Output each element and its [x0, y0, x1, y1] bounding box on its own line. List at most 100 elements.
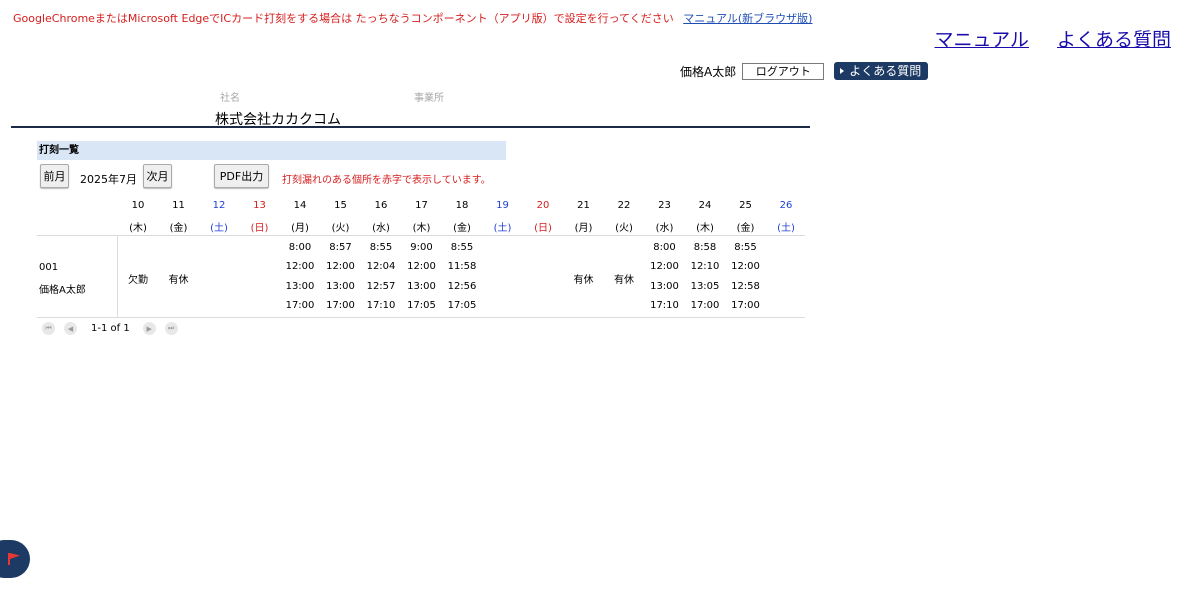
day-number: 19 [496, 200, 509, 211]
employee-id: 001 [39, 262, 59, 273]
day-number: 26 [779, 200, 793, 211]
day-number: 18 [455, 200, 469, 211]
day-weekday: (金) [736, 223, 755, 234]
day-weekday: (水) [655, 223, 674, 234]
next-month-button[interactable]: 次月 [143, 164, 172, 188]
day-number: 14 [293, 200, 307, 211]
day-weekday: (金) [453, 223, 471, 234]
day-number: 22 [617, 200, 631, 211]
header-row-divider [37, 235, 805, 236]
notice-text: GoogleChromeまたはMicrosoft EdgeでICカード打刻をする… [13, 12, 674, 25]
day-weekday: (土) [777, 223, 795, 234]
pager-range: 1-1 of 1 [91, 323, 130, 334]
punch-time: 12:58 [731, 280, 760, 292]
punch-time: 8:55 [369, 242, 393, 253]
punch-time: 12:56 [447, 280, 477, 292]
manual-new-browser-link[interactable]: マニュアル(新ブラウザ版) [683, 12, 812, 25]
day-weekday: (木) [129, 223, 147, 234]
punch-time: 17:00 [285, 299, 315, 311]
user-bar: 価格A太郎 ログアウト よくある質問 [680, 62, 929, 80]
attendance-status: 欠勤 [128, 275, 148, 286]
user-name: 価格A太郎 [680, 64, 737, 79]
office-label: 事業所 [414, 93, 444, 104]
first-page-icon[interactable]: ⏮ [42, 322, 55, 335]
prev-page-icon[interactable]: ◀ [64, 322, 77, 335]
day-number: 13 [253, 200, 266, 211]
punch-time: 12:10 [690, 261, 720, 273]
day-weekday: (土) [493, 223, 512, 234]
punch-time: 8:57 [329, 242, 352, 253]
punch-time: 11:58 [447, 261, 477, 273]
day-weekday: (水) [372, 223, 390, 234]
punch-time: 8:00 [653, 242, 676, 253]
faq-button-label: よくある質問 [849, 64, 922, 78]
caret-right-icon [840, 68, 845, 74]
logout-button[interactable]: ログアウト [742, 62, 825, 80]
punch-time: 12:57 [366, 280, 396, 292]
punch-time: 8:55 [450, 242, 474, 253]
day-number: 24 [698, 200, 712, 211]
day-weekday: (日) [250, 223, 269, 234]
punch-time: 17:10 [366, 299, 396, 311]
day-weekday: (月) [574, 223, 593, 234]
punch-time: 13:00 [285, 280, 315, 292]
section-title: 打刻一覧 [37, 141, 506, 160]
flag-icon [8, 553, 20, 565]
punch-time: 12:04 [366, 261, 396, 273]
day-number: 21 [577, 200, 590, 211]
faq-button[interactable]: よくある質問 [834, 62, 929, 80]
punch-time: 12:00 [407, 261, 436, 273]
day-weekday: (月) [291, 223, 309, 234]
day-number: 10 [131, 200, 145, 211]
punch-time: 13:00 [407, 280, 436, 292]
day-weekday: (日) [534, 223, 552, 234]
day-weekday: (木) [696, 223, 714, 234]
attendance-status: 有休 [168, 275, 189, 286]
day-weekday: (土) [210, 223, 228, 234]
punch-time: 17:05 [407, 299, 436, 311]
punch-time: 17:00 [731, 299, 760, 311]
punch-time: 17:05 [447, 299, 477, 311]
day-weekday: (火) [331, 223, 350, 234]
missing-punch-notice: 打刻漏れのある個所を赤字で表示しています。 [282, 175, 491, 186]
punch-time: 12:00 [326, 261, 355, 273]
attendance-status: 有休 [614, 275, 634, 286]
punch-time: 13:00 [650, 280, 679, 292]
day-weekday: (木) [412, 223, 431, 234]
day-number: 17 [415, 200, 428, 211]
punch-time: 17:00 [326, 299, 355, 311]
company-label: 社名 [220, 93, 240, 104]
punch-time: 13:00 [326, 280, 355, 292]
punch-time: 8:58 [693, 242, 717, 253]
day-number: 23 [658, 200, 671, 211]
punch-time: 13:05 [690, 280, 720, 292]
table-bottom-divider [37, 317, 805, 318]
punch-time: 12:00 [285, 261, 315, 273]
day-number: 11 [172, 200, 185, 211]
day-number: 15 [334, 200, 347, 211]
day-number: 12 [212, 200, 226, 211]
day-number: 20 [536, 200, 550, 211]
punch-time: 9:00 [410, 242, 433, 253]
employee-name: 価格A太郎 [39, 285, 86, 296]
punch-time: 8:55 [734, 242, 757, 253]
punch-time: 12:00 [731, 261, 760, 273]
day-weekday: (金) [169, 223, 188, 234]
punch-time: 17:10 [650, 299, 679, 311]
top-links: マニュアル よくある質問 [913, 25, 1172, 52]
day-number: 16 [374, 200, 388, 211]
punch-time: 12:00 [650, 261, 679, 273]
prev-month-button[interactable]: 前月 [40, 164, 69, 188]
day-number: 25 [739, 200, 752, 211]
last-page-icon[interactable]: ⏭ [164, 322, 178, 335]
pager: ⏮ ◀ 1-1 of 1 ▶ ⏭ [42, 322, 187, 335]
punch-time: 17:00 [690, 299, 720, 311]
flag-button[interactable] [0, 540, 30, 578]
faq-link[interactable]: よくある質問 [1057, 29, 1171, 51]
punch-time: 8:00 [288, 242, 312, 253]
pdf-export-button[interactable]: PDF出力 [214, 164, 269, 188]
manual-link[interactable]: マニュアル [935, 29, 1029, 51]
header-divider [11, 126, 810, 128]
next-page-icon[interactable]: ▶ [142, 322, 156, 335]
current-month: 2025年7月 [80, 173, 137, 186]
